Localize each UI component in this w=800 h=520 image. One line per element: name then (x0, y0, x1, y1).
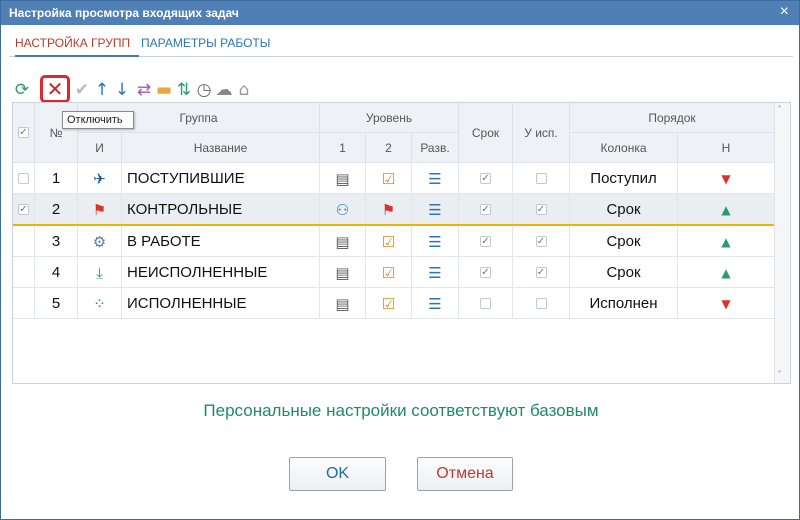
sort-asc-icon[interactable]: ▲ (721, 266, 730, 280)
tab-bar: НАСТРОЙКА ГРУПП ПАРАМЕТРЫ РАБОТЫ (9, 35, 793, 57)
title-bar: Настройка просмотра входящих задач × (1, 1, 799, 25)
groups-table: ✓ № Группа Уровень Срок У исп. Порядок И… (12, 102, 791, 384)
document-icon[interactable]: ▤ (335, 264, 349, 282)
tree-list-icon[interactable]: ☰ (428, 264, 441, 282)
row-checkbox[interactable] (18, 173, 29, 184)
check-icon[interactable]: ✔ (73, 79, 91, 101)
vertical-scrollbar[interactable]: ˄ ˅ (774, 103, 790, 383)
scroll-up-icon[interactable]: ˄ (777, 105, 782, 116)
task-check-icon[interactable]: ☑ (382, 233, 395, 251)
row-num: 4 (35, 257, 78, 288)
row-column[interactable]: Исполнен (570, 288, 678, 319)
tree-list-icon[interactable]: ☰ (428, 170, 441, 188)
table-row[interactable]: 1 ✈ ПОСТУПИВШИЕ ▤ ☑ ☰ ✓ Поступил ▼ (13, 163, 775, 194)
table-row[interactable]: 5 ⁘ ИСПОЛНЕННЫЕ ▤ ☑ ☰ Исполнен ▼ (13, 288, 775, 319)
table-row[interactable]: 4 ⤓ НЕИСПОЛНЕННЫЕ ▤ ☑ ☰ ✓ ✓ Срок ▲ (13, 257, 775, 288)
row-name: ИСПОЛНЕННЫЕ (122, 288, 320, 319)
refresh-icon[interactable]: ⟳ (13, 79, 31, 101)
header-razv[interactable]: Разв. (412, 133, 459, 163)
task-check-icon[interactable]: ☑ (382, 170, 395, 188)
row-num: 3 (35, 226, 78, 257)
task-check-icon[interactable]: ☑ (382, 295, 395, 313)
row-num: 2 (35, 194, 78, 225)
sort-desc-icon[interactable]: ▼ (721, 297, 730, 311)
row-column[interactable]: Срок (570, 226, 678, 257)
row-column[interactable]: Срок (570, 257, 678, 288)
flag-icon[interactable]: ⚑ (382, 201, 395, 219)
folder-icon[interactable]: ▬ (155, 79, 173, 101)
gears-icon: ⚙ (92, 232, 107, 251)
header-check[interactable]: ✓ (13, 103, 35, 163)
srok-checkbox[interactable]: ✓ (480, 204, 491, 215)
toolbar: ⟳ ✕ ✔ ↑ ↓ ⇄ ▬ ⇅ ◷ ☁ ⌂ (13, 75, 313, 103)
close-icon[interactable]: × (780, 1, 789, 23)
row-checkbox[interactable]: ✓ (18, 204, 29, 215)
plane-icon: ✈ (93, 169, 106, 188)
status-message: Персональные настройки соответствуют баз… (203, 401, 599, 420)
tree-list-icon[interactable]: ☰ (428, 233, 441, 251)
row-column[interactable]: Срок (570, 194, 678, 225)
arrow-down-icon[interactable]: ↓ (113, 79, 131, 101)
clock-icon[interactable]: ◷ (195, 79, 213, 101)
srok-checkbox[interactable]: ✓ (480, 236, 491, 247)
row-name: В РАБОТЕ (122, 226, 320, 257)
document-icon[interactable]: ▤ (335, 295, 349, 313)
uisp-checkbox[interactable] (535, 298, 547, 309)
person-alert-icon[interactable]: ⚇ (336, 201, 349, 219)
header-column[interactable]: Колонка (570, 133, 678, 163)
header-level-1[interactable]: 1 (320, 133, 366, 163)
tab-work-parameters[interactable]: ПАРАМЕТРЫ РАБОТЫ (141, 35, 281, 57)
row-name: НЕИСПОЛНЕННЫЕ (122, 257, 320, 288)
uisp-checkbox[interactable]: ✓ (535, 204, 547, 215)
header-checkbox[interactable]: ✓ (18, 127, 29, 138)
sort-icon[interactable]: ⇅ (175, 79, 193, 101)
srok-checkbox[interactable] (480, 298, 491, 309)
dialog-window: Настройка просмотра входящих задач × НАС… (0, 0, 800, 520)
header-direction[interactable]: Н (678, 133, 775, 163)
header-srok[interactable]: Срок (459, 103, 513, 163)
header-level-2[interactable]: 2 (366, 133, 412, 163)
sort-desc-icon[interactable]: ▼ (721, 172, 730, 186)
tooltip: Отключить (62, 111, 134, 129)
sort-asc-icon[interactable]: ▲ (721, 235, 730, 249)
document-icon[interactable]: ▤ (335, 170, 349, 188)
header-name[interactable]: Название (122, 133, 320, 163)
tab-group-settings[interactable]: НАСТРОЙКА ГРУПП (15, 35, 139, 57)
uisp-checkbox[interactable]: ✓ (535, 236, 547, 247)
arrow-up-icon[interactable]: ↑ (93, 79, 111, 101)
header-icon[interactable]: И (78, 133, 122, 163)
row-name: ПОСТУПИВШИЕ (122, 163, 320, 194)
window-title: Настройка просмотра входящих задач (9, 6, 239, 20)
ok-button[interactable]: OK (289, 457, 386, 491)
tree-list-icon[interactable]: ☰ (428, 295, 441, 313)
scroll-down-icon[interactable]: ˅ (777, 370, 782, 381)
row-column[interactable]: Поступил (570, 163, 678, 194)
header-uisp[interactable]: У исп. (513, 103, 570, 163)
srok-checkbox[interactable]: ✓ (480, 173, 491, 184)
row-num: 5 (35, 288, 78, 319)
header-order: Порядок (570, 103, 775, 133)
uisp-checkbox[interactable] (535, 173, 547, 184)
cloud-icon[interactable]: ☁ (215, 79, 233, 101)
flag-icon: ⚑ (92, 200, 107, 219)
tree-list-icon[interactable]: ☰ (428, 201, 441, 219)
row-num: 1 (35, 163, 78, 194)
document-icon[interactable]: ▤ (335, 233, 349, 251)
task-check-icon[interactable]: ☑ (382, 264, 395, 282)
srok-checkbox[interactable]: ✓ (480, 267, 491, 278)
footprints-icon: ⁘ (93, 294, 106, 313)
sort-asc-icon[interactable]: ▲ (721, 203, 730, 217)
header-level: Уровень (320, 103, 459, 133)
uisp-checkbox[interactable]: ✓ (535, 267, 547, 278)
cycle-icon[interactable]: ⇄ (135, 79, 153, 101)
row-name: КОНТРОЛЬНЫЕ (122, 194, 320, 225)
table-row[interactable]: 3 ⚙ В РАБОТЕ ▤ ☑ ☰ ✓ ✓ Срок ▲ (13, 226, 775, 257)
home-icon[interactable]: ⌂ (235, 79, 253, 101)
table-row[interactable]: ✓ 2 ⚑ КОНТРОЛЬНЫЕ ⚇ ⚑ ☰ ✓ ✓ Срок ▲ (13, 194, 775, 225)
cancel-button[interactable]: Отмена (417, 457, 513, 491)
delete-button[interactable]: ✕ (40, 75, 70, 103)
download-icon: ⤓ (96, 263, 103, 282)
